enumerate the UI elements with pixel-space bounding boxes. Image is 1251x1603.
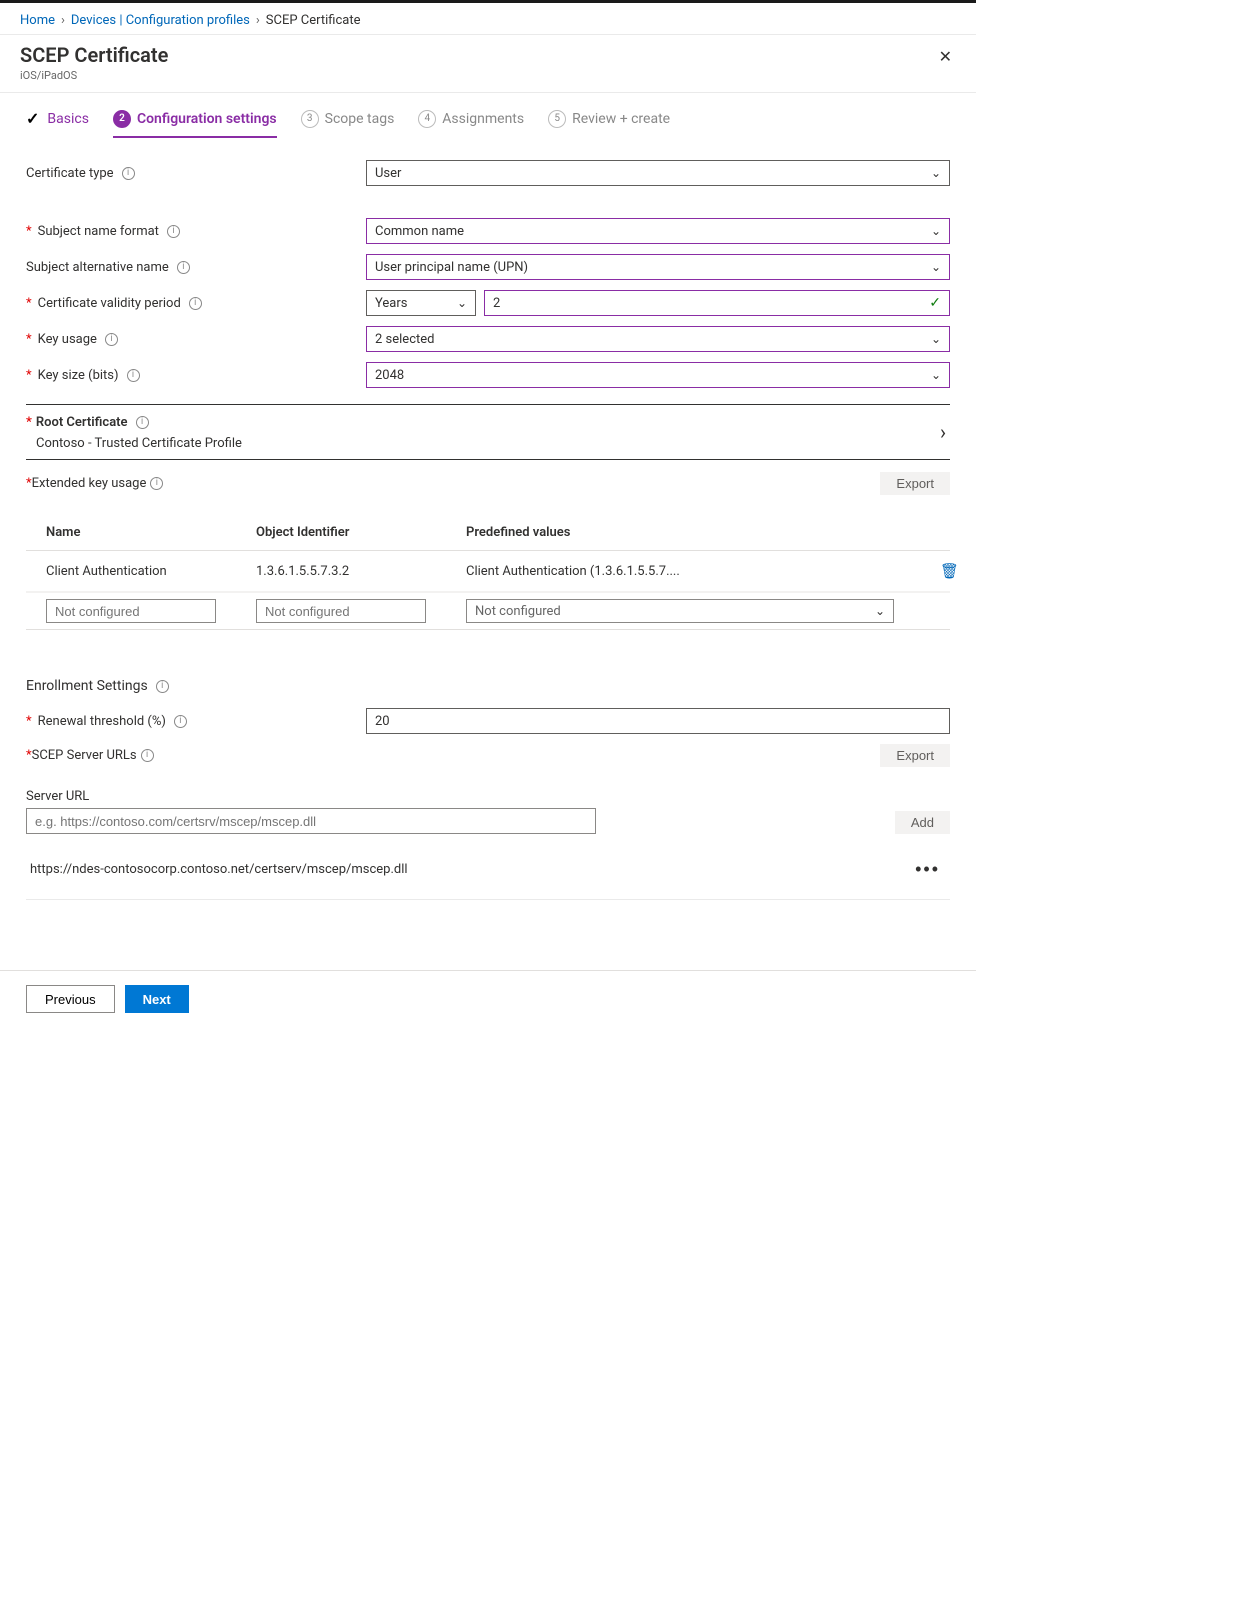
certificate-type-select[interactable]: User ⌄ <box>366 160 950 186</box>
step-number-icon: 4 <box>418 110 436 128</box>
key-usage-label: Key usage <box>38 332 97 347</box>
close-icon: ✕ <box>939 49 952 66</box>
chevron-down-icon: ⌄ <box>457 296 467 310</box>
wizard-footer: Previous Next <box>0 970 976 1027</box>
validity-period-label: Certificate validity period <box>38 296 181 311</box>
eku-cell-oid: 1.3.6.1.5.5.7.3.2 <box>236 564 446 579</box>
step-number-icon: 3 <box>301 110 319 128</box>
eku-cell-predef: Client Authentication (1.3.6.1.5.5.7.... <box>446 564 914 579</box>
eku-delete-button[interactable]: 🗑 <box>934 561 965 581</box>
page-subtitle: iOS/iPadOS <box>20 69 168 82</box>
eku-label: Extended key usage <box>32 476 147 491</box>
info-icon[interactable]: i <box>177 261 190 274</box>
checkmark-icon: ✓ <box>26 109 39 128</box>
more-icon: ••• <box>915 859 940 879</box>
validity-unit-select[interactable]: Years ⌄ <box>366 290 476 316</box>
scep-export-button[interactable]: Export <box>880 744 950 767</box>
subject-name-format-select[interactable]: Common name ⌄ <box>366 218 950 244</box>
san-label: Subject alternative name <box>26 260 169 275</box>
eku-predef-select[interactable]: Not configured ⌄ <box>466 599 894 623</box>
blade-header: SCEP Certificate iOS/iPadOS ✕ <box>0 34 976 93</box>
step-number-icon: 5 <box>548 110 566 128</box>
add-url-button[interactable]: Add <box>895 811 950 834</box>
breadcrumb-home[interactable]: Home <box>20 13 55 28</box>
chevron-down-icon: ⌄ <box>931 166 941 180</box>
tab-scope-tags[interactable]: 3 Scope tags <box>301 110 395 138</box>
breadcrumb-devices[interactable]: Devices | Configuration profiles <box>71 13 250 28</box>
key-size-label: Key size (bits) <box>38 368 119 383</box>
renewal-threshold-label: Renewal threshold (%) <box>38 714 166 729</box>
info-icon[interactable]: i <box>122 167 135 180</box>
eku-oid-input[interactable] <box>256 599 426 623</box>
info-icon[interactable]: i <box>150 477 163 490</box>
server-url-label: Server URL <box>26 789 596 804</box>
info-icon[interactable]: i <box>156 680 169 693</box>
server-url-value: https://ndes-contosocorp.contoso.net/cer… <box>30 862 408 877</box>
trash-icon: 🗑 <box>940 563 959 580</box>
info-icon[interactable]: i <box>105 333 118 346</box>
chevron-right-icon: › <box>256 13 260 28</box>
chevron-right-icon: › <box>61 13 65 28</box>
chevron-down-icon: ⌄ <box>931 368 941 382</box>
scep-urls-label: SCEP Server URLs <box>32 748 137 763</box>
info-icon[interactable]: i <box>136 416 149 429</box>
root-certificate-label: Root Certificate <box>36 415 128 430</box>
info-icon[interactable]: i <box>127 369 140 382</box>
eku-export-button[interactable]: Export <box>880 472 950 495</box>
key-size-select[interactable]: 2048 ⌄ <box>366 362 950 388</box>
info-icon[interactable]: i <box>174 715 187 728</box>
eku-row: Client Authentication 1.3.6.1.5.5.7.3.2 … <box>26 551 950 592</box>
eku-col-oid: Object Identifier <box>236 525 446 540</box>
previous-button[interactable]: Previous <box>26 985 115 1013</box>
close-button[interactable]: ✕ <box>935 43 956 71</box>
info-icon[interactable]: i <box>141 749 154 762</box>
subject-name-format-label: Subject name format <box>38 224 159 239</box>
next-button[interactable]: Next <box>125 985 189 1013</box>
validity-value-input[interactable]: 2 ✓ <box>484 290 950 316</box>
tab-assignments[interactable]: 4 Assignments <box>418 110 524 138</box>
server-url-input[interactable] <box>26 808 596 834</box>
san-select[interactable]: User principal name (UPN) ⌄ <box>366 254 950 280</box>
chevron-down-icon: ⌄ <box>931 260 941 274</box>
chevron-down-icon: ⌄ <box>875 604 885 618</box>
key-usage-select[interactable]: 2 selected ⌄ <box>366 326 950 352</box>
breadcrumb-current: SCEP Certificate <box>266 13 361 28</box>
tab-configuration-settings[interactable]: 2 Configuration settings <box>113 110 277 138</box>
renewal-threshold-input[interactable]: 20 <box>366 708 950 734</box>
tab-basics[interactable]: ✓ Basics <box>26 109 89 138</box>
root-certificate-value: Contoso - Trusted Certificate Profile <box>26 430 950 451</box>
chevron-right-icon: › <box>940 420 946 444</box>
url-more-button[interactable]: ••• <box>909 858 946 881</box>
certificate-type-label: Certificate type <box>26 166 114 181</box>
wizard-tabs: ✓ Basics 2 Configuration settings 3 Scop… <box>0 93 976 138</box>
chevron-down-icon: ⌄ <box>931 224 941 238</box>
page-title: SCEP Certificate <box>20 43 168 67</box>
chevron-down-icon: ⌄ <box>931 332 941 346</box>
server-url-row: https://ndes-contosocorp.contoso.net/cer… <box>26 840 950 900</box>
enrollment-settings-title: Enrollment Settings <box>26 678 148 694</box>
eku-name-input[interactable] <box>46 599 216 623</box>
eku-col-name: Name <box>26 525 236 540</box>
checkmark-icon: ✓ <box>929 295 941 311</box>
info-icon[interactable]: i <box>189 297 202 310</box>
eku-cell-name: Client Authentication <box>26 564 236 579</box>
root-certificate-selector[interactable]: * Root Certificate i Contoso - Trusted C… <box>26 404 950 460</box>
info-icon[interactable]: i <box>167 225 180 238</box>
tab-review-create[interactable]: 5 Review + create <box>548 110 670 138</box>
eku-col-predef: Predefined values <box>446 525 914 540</box>
step-number-icon: 2 <box>113 110 131 128</box>
breadcrumb: Home › Devices | Configuration profiles … <box>0 3 976 34</box>
eku-table: Name Object Identifier Predefined values… <box>26 515 950 630</box>
